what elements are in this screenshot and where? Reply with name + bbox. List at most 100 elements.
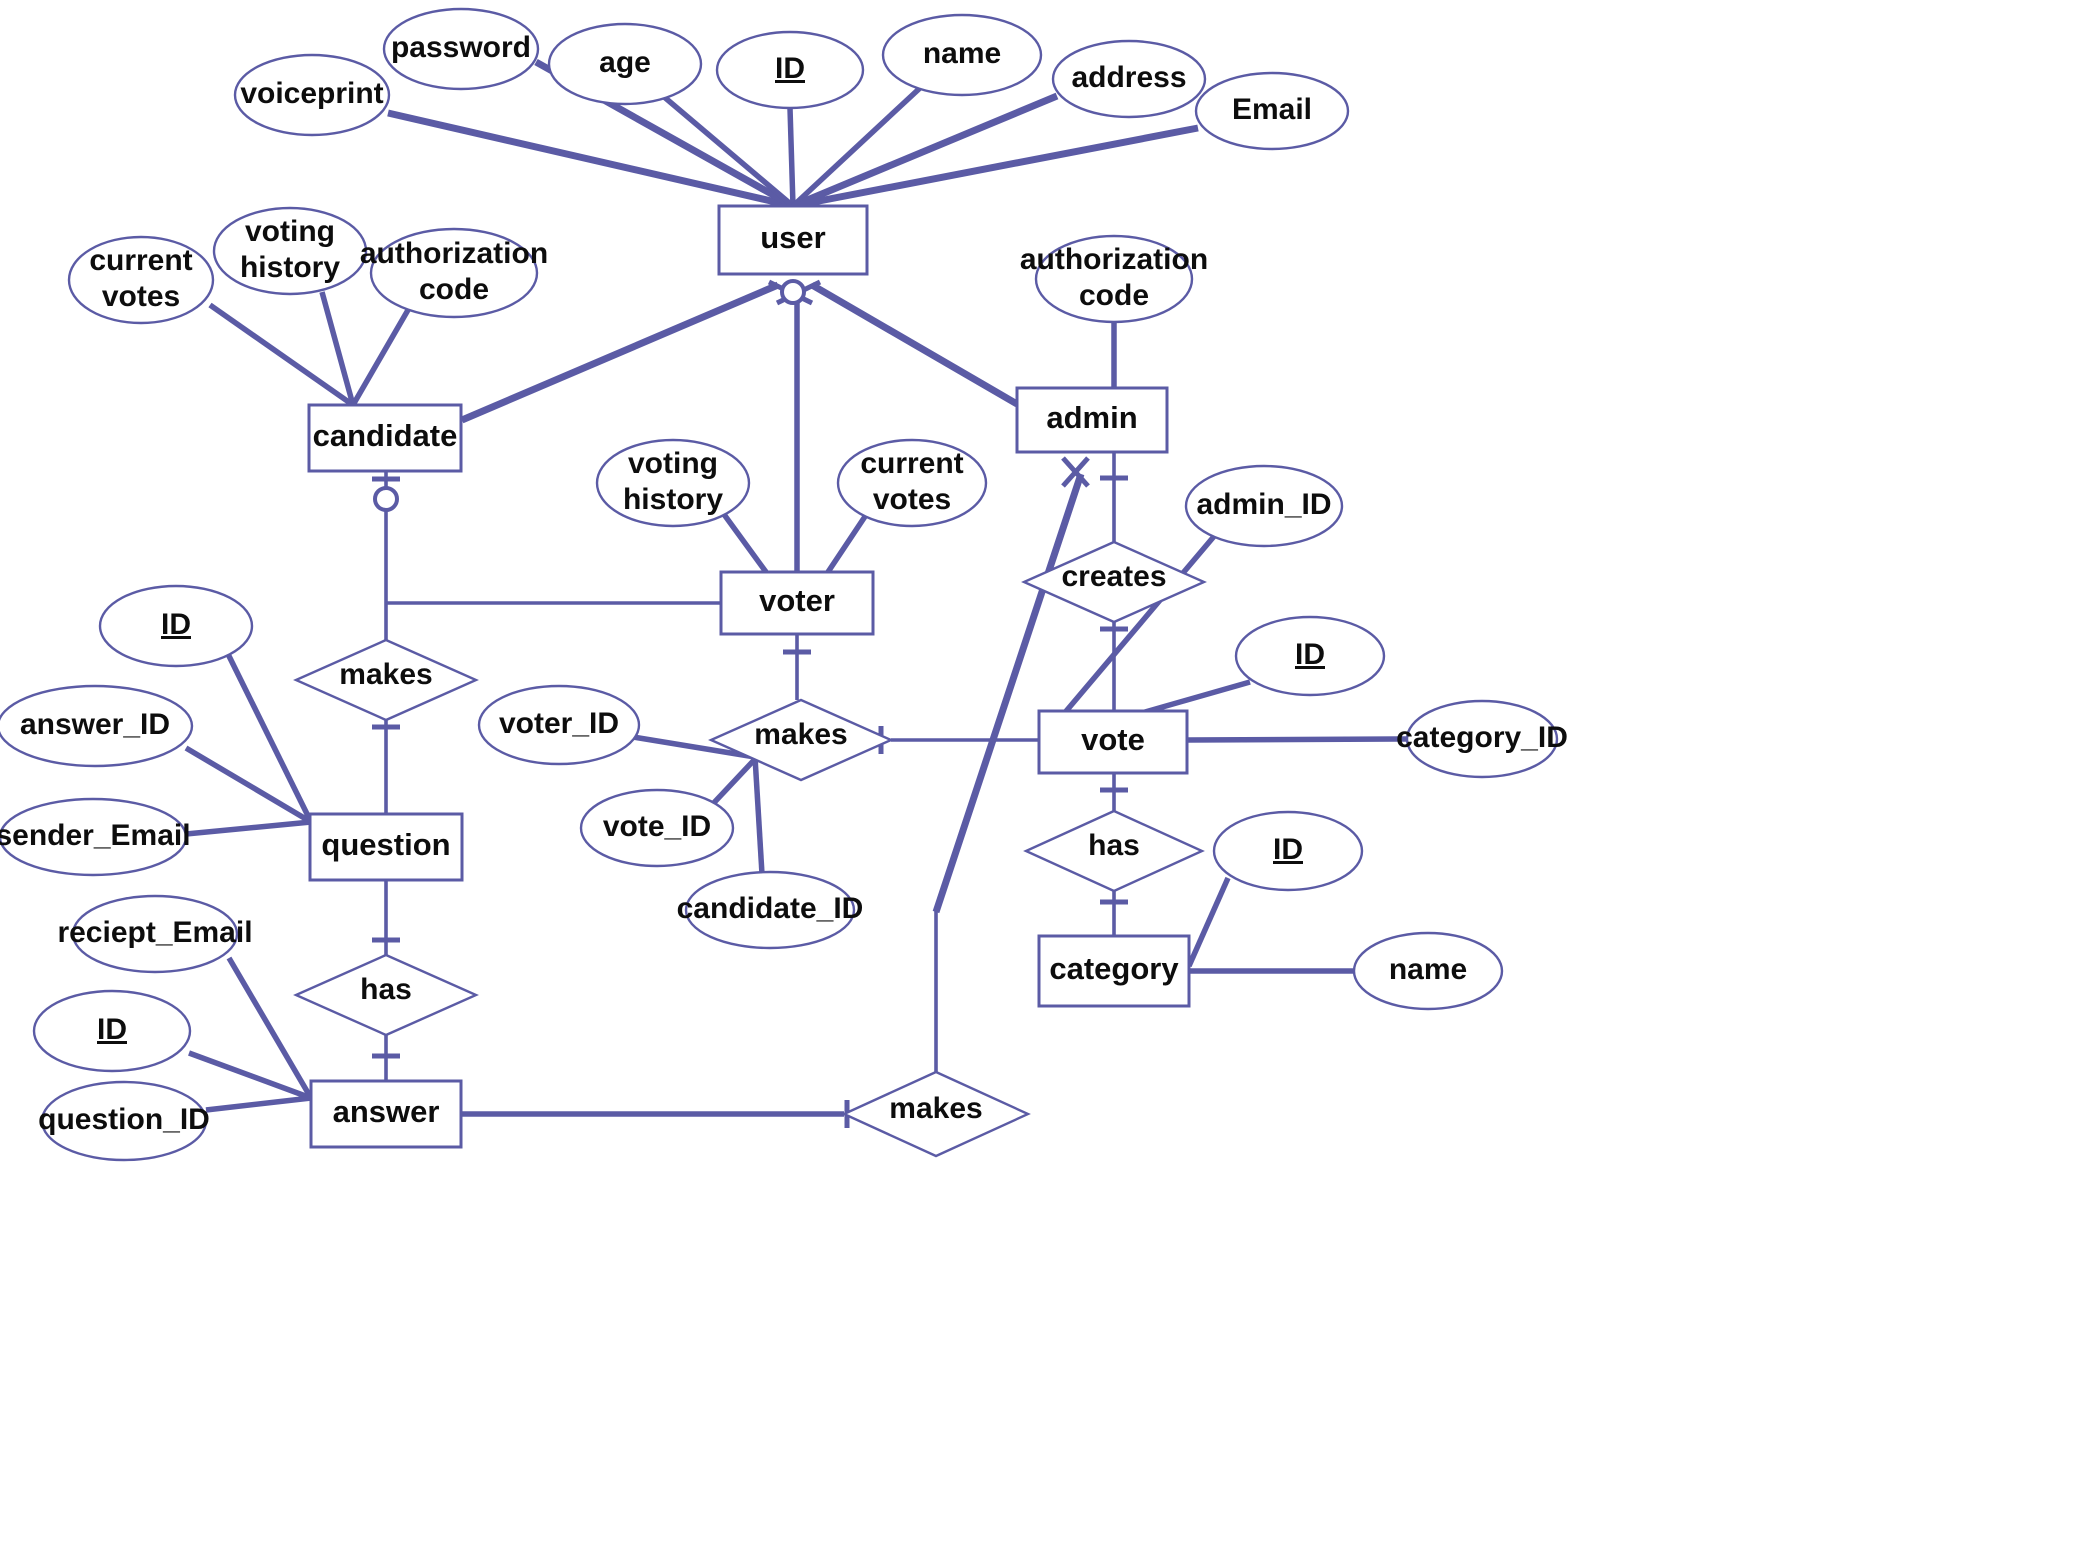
attribute-user-id[interactable] — [715, 30, 865, 110]
relationship-diamond-voter-makes-vote[interactable] — [708, 698, 894, 782]
edge-id-answer — [188, 1050, 312, 1101]
entity-box-admin[interactable] — [1015, 386, 1169, 454]
attribute-vote-id[interactable] — [1234, 615, 1386, 697]
er-diagram-canvas: usercandidateadminvotervotequestioncateg… — [0, 0, 2090, 1566]
attribute-ellipse-ans-reciept-email[interactable] — [71, 894, 239, 974]
attribute-ellipse-mk-vote-id[interactable] — [579, 788, 735, 868]
edge-votinghistory-voter — [720, 511, 769, 574]
attribute-ellipse-cand-auth-code[interactable] — [369, 227, 539, 319]
attribute-ellipse-vote-id[interactable] — [1234, 615, 1386, 697]
attribute-user-address[interactable] — [1051, 39, 1207, 119]
relationship-answer-makes[interactable] — [841, 1070, 1031, 1158]
relationship-diamond-candidate-makes-question[interactable] — [293, 638, 479, 722]
circle-candidate-bottom — [373, 486, 399, 512]
attribute-ellipse-voter-voting-history[interactable] — [595, 438, 751, 528]
attribute-user-voiceprint[interactable] — [233, 53, 391, 137]
attribute-ellipse-user-email[interactable] — [1194, 71, 1350, 151]
entity-box-candidate[interactable] — [307, 403, 463, 473]
attribute-ellipse-q-sender-email[interactable] — [0, 797, 188, 877]
edge-candidateid-makes — [752, 756, 765, 875]
attribute-ellipse-mk-candidate-id[interactable] — [684, 870, 856, 950]
attribute-cand-voting-history[interactable] — [212, 206, 368, 296]
relationship-diamond-answer-makes[interactable] — [841, 1070, 1031, 1158]
shape-layer — [0, 7, 1559, 1162]
entity-vote[interactable] — [1037, 709, 1189, 775]
relationship-voter-makes-vote[interactable] — [708, 698, 894, 782]
edge-recieptemail-answer — [226, 956, 314, 1100]
attribute-user-name[interactable] — [881, 13, 1043, 97]
attribute-ans-question-id[interactable] — [40, 1080, 208, 1162]
attribute-cand-auth-code[interactable] — [369, 227, 539, 319]
attribute-ellipse-admin-auth-code[interactable] — [1034, 234, 1194, 324]
edge-voiceprint-user — [387, 109, 794, 210]
attribute-ellipse-cand-voting-history[interactable] — [212, 206, 368, 296]
attribute-voter-current-votes[interactable] — [836, 438, 988, 528]
edge-user-admin — [810, 281, 1019, 408]
entity-box-answer[interactable] — [309, 1079, 463, 1149]
attribute-q-answer-id[interactable] — [0, 684, 194, 768]
attribute-mk-candidate-id[interactable] — [684, 870, 856, 950]
attribute-ellipse-user-age[interactable] — [547, 22, 703, 106]
attribute-ellipse-q-answer-id[interactable] — [0, 684, 194, 768]
attribute-user-age[interactable] — [547, 22, 703, 106]
entity-answer[interactable] — [309, 1079, 463, 1149]
attribute-user-password[interactable] — [382, 7, 540, 91]
edge-currentvotes-voter — [825, 510, 871, 574]
attribute-ellipse-user-id[interactable] — [715, 30, 865, 110]
attribute-ellipse-ans-question-id[interactable] — [40, 1080, 208, 1162]
relationship-diamond-vote-has-category[interactable] — [1023, 809, 1205, 893]
edge-email-user — [792, 124, 1199, 210]
attribute-mk-voter-id[interactable] — [477, 684, 641, 766]
attribute-cat-name[interactable] — [1352, 931, 1504, 1011]
attribute-cat-id[interactable] — [1212, 810, 1364, 892]
attribute-voter-voting-history[interactable] — [595, 438, 751, 528]
crowsfoot-user-bottom — [767, 279, 822, 306]
attribute-cand-current-votes[interactable] — [67, 235, 215, 325]
attribute-ellipse-user-password[interactable] — [382, 7, 540, 91]
edge-address-user — [791, 92, 1059, 210]
entity-candidate[interactable] — [307, 403, 463, 473]
edge-id-user — [787, 107, 796, 207]
entity-admin[interactable] — [1015, 386, 1169, 454]
entity-voter[interactable] — [719, 570, 875, 636]
edge-voteid-makes — [706, 756, 759, 810]
edge-categoryid-vote — [1187, 736, 1408, 743]
edge-senderemail-question — [185, 819, 312, 837]
edge-questionid-answer — [205, 1095, 312, 1113]
relationship-candidate-makes-question[interactable] — [293, 638, 479, 722]
attribute-ellipse-creates-admin-id[interactable] — [1184, 464, 1344, 548]
attribute-user-email[interactable] — [1194, 71, 1350, 151]
entity-box-question[interactable] — [308, 812, 464, 882]
attribute-ellipse-mk-voter-id[interactable] — [477, 684, 641, 766]
attribute-admin-auth-code[interactable] — [1034, 234, 1194, 324]
attribute-q-sender-email[interactable] — [0, 797, 188, 877]
entity-category[interactable] — [1037, 934, 1191, 1008]
attribute-ellipse-cand-current-votes[interactable] — [67, 235, 215, 325]
relationship-diamond-question-has-answer[interactable] — [293, 953, 479, 1037]
attribute-ans-reciept-email[interactable] — [71, 894, 239, 974]
attribute-ellipse-q-id[interactable] — [98, 584, 254, 668]
attribute-ellipse-cat-name[interactable] — [1352, 931, 1504, 1011]
entity-user[interactable] — [717, 204, 869, 276]
attribute-q-id[interactable] — [98, 584, 254, 668]
entity-box-user[interactable] — [717, 204, 869, 276]
attribute-ellipse-voter-current-votes[interactable] — [836, 438, 988, 528]
attribute-ellipse-user-address[interactable] — [1051, 39, 1207, 119]
edge-id-category — [1186, 876, 1231, 968]
relationship-vote-has-category[interactable] — [1023, 809, 1205, 893]
entity-box-voter[interactable] — [719, 570, 875, 636]
attribute-vote-category-id[interactable] — [1405, 699, 1559, 779]
attribute-ellipse-vote-category-id[interactable] — [1405, 699, 1559, 779]
entity-question[interactable] — [308, 812, 464, 882]
edge-authcode-candidate — [350, 308, 411, 407]
attribute-ellipse-user-voiceprint[interactable] — [233, 53, 391, 137]
attribute-ellipse-ans-id[interactable] — [32, 989, 192, 1073]
attribute-ellipse-cat-id[interactable] — [1212, 810, 1364, 892]
attribute-ans-id[interactable] — [32, 989, 192, 1073]
attribute-mk-vote-id[interactable] — [579, 788, 735, 868]
relationship-question-has-answer[interactable] — [293, 953, 479, 1037]
attribute-creates-admin-id[interactable] — [1184, 464, 1344, 548]
attribute-ellipse-user-name[interactable] — [881, 13, 1043, 97]
entity-box-vote[interactable] — [1037, 709, 1189, 775]
entity-box-category[interactable] — [1037, 934, 1191, 1008]
